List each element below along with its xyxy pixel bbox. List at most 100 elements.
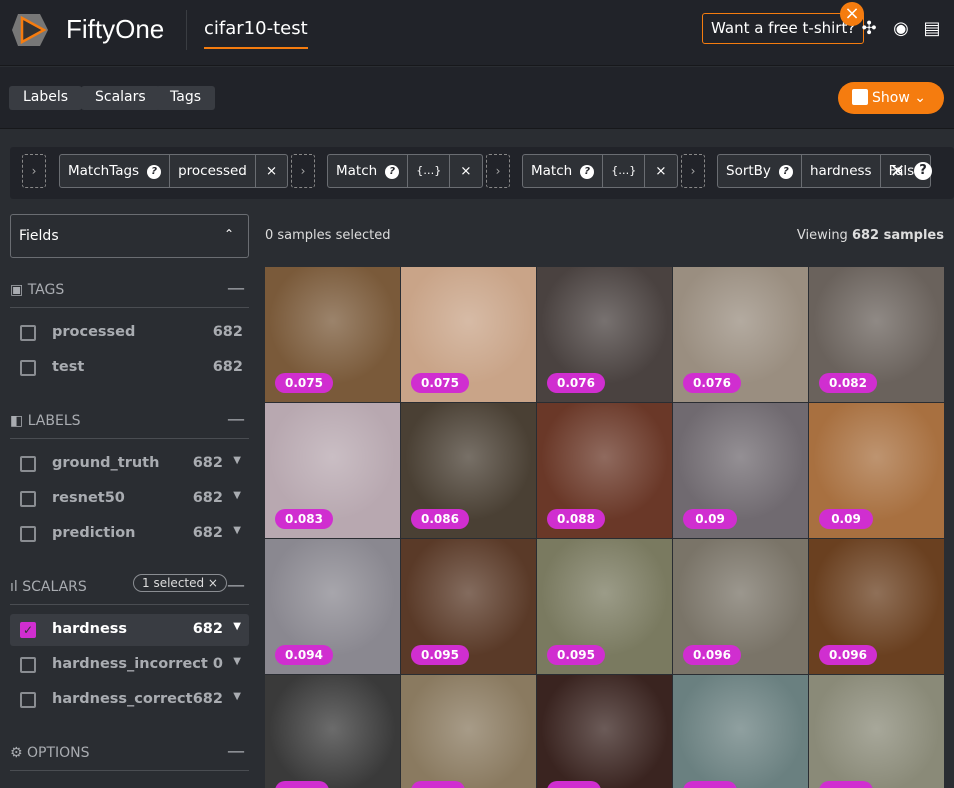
section-title: OPTIONS: [27, 745, 90, 761]
hardness-badge: 0.076: [547, 373, 605, 393]
sample-tile[interactable]: [809, 675, 944, 788]
remove-stage-icon[interactable]: ×: [450, 155, 481, 187]
view-stage[interactable]: Match? {…} ×: [327, 154, 483, 188]
caret-down-icon[interactable]: ▼: [233, 490, 241, 501]
labels-button[interactable]: Labels: [9, 86, 83, 110]
caret-down-icon[interactable]: ▼: [233, 525, 241, 536]
sample-tile[interactable]: 0.096: [673, 539, 808, 674]
hardness-badge: 0.096: [683, 645, 741, 665]
field-count: 682: [192, 455, 223, 471]
field-row[interactable]: prediction 682 ▼: [10, 518, 249, 550]
sample-tile[interactable]: 0.075: [401, 267, 536, 402]
stage-param[interactable]: processed: [170, 155, 256, 187]
stage-param[interactable]: hardness: [802, 155, 881, 187]
sample-tile[interactable]: 0.088: [537, 403, 672, 538]
section-title: LABELS: [27, 413, 81, 429]
checkbox[interactable]: [20, 491, 36, 507]
stage-param[interactable]: {…}: [408, 155, 451, 187]
help-icon[interactable]: ?: [580, 165, 595, 179]
fields-label: Fields: [19, 228, 59, 244]
field-count: 682: [192, 525, 223, 541]
collapse-icon[interactable]: —: [227, 741, 245, 762]
collapse-icon[interactable]: —: [227, 575, 245, 596]
sample-tile[interactable]: 0.086: [401, 403, 536, 538]
sample-tile[interactable]: [673, 675, 808, 788]
stage-param[interactable]: {…}: [603, 155, 646, 187]
sample-tile[interactable]: [265, 675, 400, 788]
fields-header[interactable]: Fields ⌃: [10, 214, 249, 258]
hardness-badge: [547, 781, 601, 788]
collapse-icon[interactable]: —: [227, 409, 245, 430]
field-row[interactable]: ground_truth 682 ▼: [10, 448, 249, 480]
help-icon[interactable]: ?: [778, 165, 793, 179]
tags-button[interactable]: Tags: [156, 86, 215, 110]
sample-tile[interactable]: 0.095: [401, 539, 536, 674]
add-stage-button[interactable]: ›: [486, 154, 510, 188]
sample-tile[interactable]: 0.096: [809, 539, 944, 674]
sample-tile[interactable]: 0.082: [809, 267, 944, 402]
checkbox[interactable]: [20, 526, 36, 542]
add-stage-button[interactable]: ›: [681, 154, 705, 188]
field-row[interactable]: processed 682: [10, 317, 249, 349]
add-stage-button[interactable]: ›: [22, 154, 46, 188]
view-stage[interactable]: MatchTags? processed ×: [59, 154, 289, 188]
sample-tile[interactable]: 0.09: [809, 403, 944, 538]
divider: [186, 10, 187, 50]
collapse-icon[interactable]: —: [227, 278, 245, 299]
checkbox[interactable]: [20, 360, 36, 376]
fiftyone-logo: [12, 14, 48, 46]
remove-stage-icon[interactable]: ×: [256, 155, 287, 187]
hardness-badge: 0.076: [683, 373, 741, 393]
help-icon[interactable]: ?: [147, 165, 162, 179]
scalars-button[interactable]: Scalars: [81, 86, 160, 110]
sample-tile[interactable]: 0.075: [265, 267, 400, 402]
brand-name: FiftyOne: [66, 14, 165, 44]
checkbox[interactable]: [20, 692, 36, 708]
caret-down-icon[interactable]: ▼: [233, 621, 241, 632]
sample-tile[interactable]: 0.076: [537, 267, 672, 402]
checkbox[interactable]: [20, 456, 36, 472]
view-stage[interactable]: Match? {…} ×: [522, 154, 678, 188]
show-plots-button[interactable]: Show ⌄: [838, 82, 944, 114]
help-icon[interactable]: ?: [914, 162, 932, 180]
field-label: hardness_incorrect: [52, 656, 208, 672]
hardness-badge: [411, 781, 465, 788]
field-count: 682: [212, 324, 243, 340]
remove-stage-icon[interactable]: ×: [645, 155, 676, 187]
field-row[interactable]: resnet50 682 ▼: [10, 483, 249, 515]
hardness-badge: 0.083: [275, 509, 333, 529]
checkbox[interactable]: [20, 657, 36, 673]
checkbox[interactable]: [20, 325, 36, 341]
clear-view-icon[interactable]: ✕: [890, 161, 905, 182]
caret-down-icon[interactable]: ▼: [233, 455, 241, 466]
field-row[interactable]: hardness_incorrect 0 ▼: [10, 649, 249, 681]
hardness-badge: 0.09: [683, 509, 737, 529]
caret-down-icon[interactable]: ▼: [233, 691, 241, 702]
selected-count-pill[interactable]: 1 selected ×: [133, 574, 227, 592]
sample-tile[interactable]: 0.094: [265, 539, 400, 674]
sample-tile[interactable]: 0.095: [537, 539, 672, 674]
add-stage-button[interactable]: ›: [291, 154, 315, 188]
sample-tile[interactable]: 0.09: [673, 403, 808, 538]
sample-tile[interactable]: [537, 675, 672, 788]
field-row[interactable]: test 682: [10, 352, 249, 384]
caret-down-icon[interactable]: ▼: [233, 656, 241, 667]
hardness-badge: 0.09: [819, 509, 873, 529]
sample-tile[interactable]: 0.076: [673, 267, 808, 402]
sample-tile[interactable]: 0.083: [265, 403, 400, 538]
field-row[interactable]: hardness_correct 682 ▼: [10, 684, 249, 716]
hardness-badge: 0.075: [275, 373, 333, 393]
chevron-up-icon[interactable]: ⌃: [224, 227, 234, 241]
hardness-badge: 0.086: [411, 509, 469, 529]
checkbox-checked[interactable]: ✓: [20, 622, 36, 638]
help-icon[interactable]: ?: [385, 165, 400, 179]
field-label: hardness: [52, 621, 128, 637]
field-row[interactable]: ✓ hardness 682 ▼: [10, 614, 249, 646]
slack-icon[interactable]: ✣: [858, 18, 880, 40]
docs-book-icon[interactable]: ▤: [921, 18, 943, 40]
field-label: prediction: [52, 525, 136, 541]
dataset-selector[interactable]: cifar10-test: [204, 18, 308, 49]
labels-section-header: ◧ LABELS —: [10, 403, 249, 439]
sample-tile[interactable]: [401, 675, 536, 788]
github-icon[interactable]: ◉: [890, 18, 912, 40]
